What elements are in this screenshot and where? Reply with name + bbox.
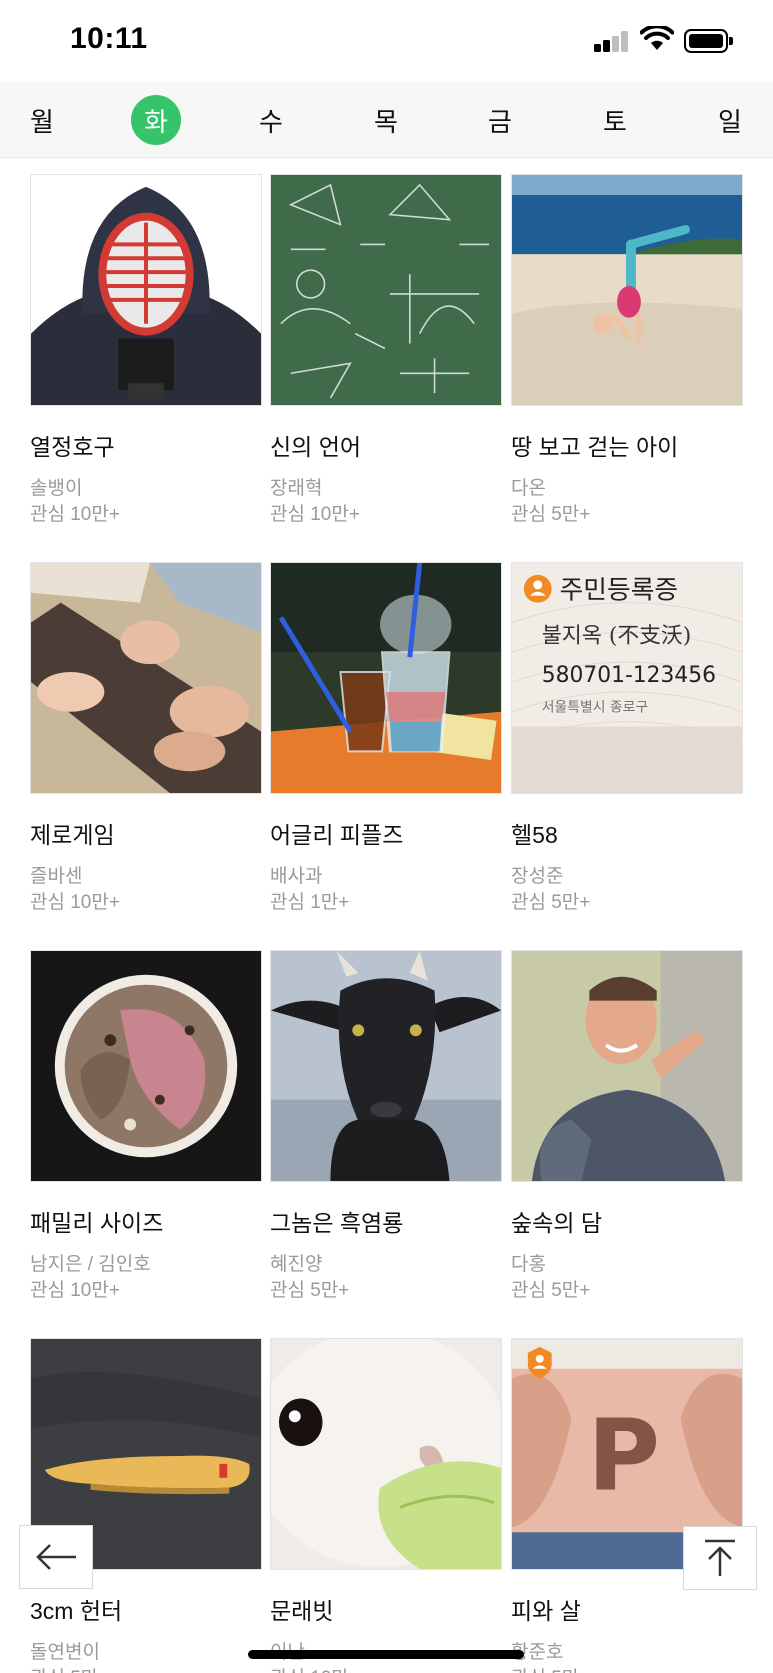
comic-card[interactable]: 숲속의 담 다홍 관심 5만+ <box>511 950 743 1320</box>
comic-author: 돌연변이 <box>30 1642 100 1663</box>
tab-label: 수 <box>259 106 283 137</box>
comic-card[interactable]: 문래빗 이난 관심 10만+ <box>270 1338 502 1673</box>
comic-title: 제로게임 <box>30 822 115 848</box>
cellular-signal-icon <box>594 30 630 52</box>
comic-interest-count: 관심 10만+ <box>30 892 120 913</box>
back-button[interactable] <box>19 1525 93 1589</box>
arrow-up-to-top-icon <box>705 1539 735 1576</box>
comic-card[interactable]: 어글리 피플즈 배사과 관심 1만+ <box>270 562 502 932</box>
girl-handstand-beach-image <box>511 174 743 406</box>
comic-interest-count: 관심 10만+ <box>30 1280 120 1301</box>
tab-wednesday[interactable]: 수 <box>241 82 301 158</box>
math-chalkboard-image <box>270 174 502 406</box>
comic-card[interactable]: 패밀리 사이즈 남지은 / 김인호 관심 10만+ <box>30 950 262 1320</box>
comic-interest-count: 관심 10만+ <box>270 1663 360 1673</box>
comic-interest-count: 관심 10만+ <box>30 504 120 525</box>
comic-interest-count: 관심 5만+ <box>511 504 591 525</box>
comic-author: 즐바센 <box>30 866 83 887</box>
tab-tuesday[interactable]: 화 <box>126 82 186 158</box>
battery-icon <box>684 29 734 53</box>
comic-card[interactable]: 신의 언어 장래혁 관심 10만+ <box>270 174 502 544</box>
scroll-to-top-button[interactable] <box>683 1526 757 1590</box>
drink-cups-image <box>270 562 502 794</box>
comic-interest-count: 관심 5만+ <box>511 892 591 913</box>
comic-title: 피와 살 <box>511 1598 581 1624</box>
weekday-tabs: 월 화 수 목 금 토 일 <box>0 82 773 158</box>
kendo-helmet-image <box>30 174 262 406</box>
comic-title: 열정호구 <box>30 434 115 460</box>
comic-title: 그놈은 흑염룡 <box>270 1210 404 1236</box>
tab-label: 토 <box>603 106 627 137</box>
wifi-icon <box>640 26 674 50</box>
comic-card[interactable]: 3cm 헌터 돌연변이 관심 5만+ <box>30 1338 262 1673</box>
comic-title: 숲속의 담 <box>511 1210 603 1236</box>
comic-title: 패밀리 사이즈 <box>30 1210 164 1236</box>
comic-title: 문래빗 <box>270 1598 334 1624</box>
hands-game-image <box>30 562 262 794</box>
arrow-left-icon <box>36 1544 76 1570</box>
id-card-number: 580701-123456 <box>542 663 716 688</box>
comic-card[interactable]: P 피와 살 황준호 관심 5만+ <box>511 1338 743 1673</box>
comic-interest-count: 관심 5만+ <box>30 1663 109 1673</box>
comic-card[interactable]: 열정호구 솔뱅이 관심 10만+ <box>30 174 262 544</box>
comic-interest-count: 관심 5만+ <box>511 1280 591 1301</box>
comic-title: 헬58 <box>511 822 558 848</box>
ice-cream-tub-image <box>30 950 262 1182</box>
comic-author: 솔뱅이 <box>30 478 83 499</box>
tab-label: 화 <box>131 95 181 145</box>
comic-interest-count: 관심 1만+ <box>270 892 350 913</box>
comic-card[interactable]: 땅 보고 걷는 아이 다온 관심 5만+ <box>511 174 743 544</box>
comic-title: 3cm 헌터 <box>30 1598 123 1624</box>
tab-friday[interactable]: 금 <box>470 82 530 158</box>
comic-author: 혜진양 <box>270 1254 323 1275</box>
white-rabbit-image <box>270 1338 502 1570</box>
tab-monday[interactable]: 월 <box>12 82 72 158</box>
comic-author: 배사과 <box>270 866 323 887</box>
comic-interest-count: 관심 5만+ <box>511 1663 590 1673</box>
id-card-address: 서울특별시 종로구 <box>542 700 648 716</box>
tab-label: 목 <box>374 106 398 137</box>
comic-author: 다온 <box>511 478 546 499</box>
comic-card[interactable]: 그놈은 흑염룡 혜진양 관심 5만+ <box>270 950 502 1320</box>
comic-author: 장래혁 <box>270 478 323 499</box>
comic-title: 땅 보고 걷는 아이 <box>511 434 679 460</box>
man-neck-pain-image <box>511 950 743 1182</box>
comic-interest-count: 관심 5만+ <box>270 1280 350 1301</box>
tab-thursday[interactable]: 목 <box>356 82 416 158</box>
black-goat-image <box>270 950 502 1182</box>
tab-label: 월 <box>30 106 54 137</box>
comic-title: 신의 언어 <box>270 434 362 460</box>
comic-author: 장성준 <box>511 866 564 887</box>
tab-sunday[interactable]: 일 <box>700 82 760 158</box>
id-card-name: 불지옥 (不支沃) <box>542 623 691 648</box>
comic-title: 어글리 피플즈 <box>270 822 404 848</box>
comic-interest-count: 관심 10만+ <box>270 504 360 525</box>
comic-card[interactable]: 제로게임 즐바센 관심 10만+ <box>30 562 262 932</box>
tab-saturday[interactable]: 토 <box>585 82 645 158</box>
id-card-header: 주민등록증 <box>560 576 679 606</box>
belly-letter: P <box>587 1399 660 1514</box>
comic-card[interactable]: 주민등록증 불지옥 (不支沃) 580701-123456 서울특별시 종로구 … <box>511 562 743 932</box>
tab-label: 일 <box>718 106 742 137</box>
home-indicator[interactable] <box>248 1650 524 1659</box>
status-bar: 10:11 <box>0 0 773 82</box>
comic-author: 남지은 / 김인호 <box>30 1254 151 1275</box>
status-time: 10:11 <box>70 22 148 55</box>
tab-label: 금 <box>488 106 512 137</box>
comic-author: 다홍 <box>511 1254 546 1275</box>
id-card-image: 주민등록증 불지옥 (不支沃) 580701-123456 서울특별시 종로구 <box>511 562 743 794</box>
